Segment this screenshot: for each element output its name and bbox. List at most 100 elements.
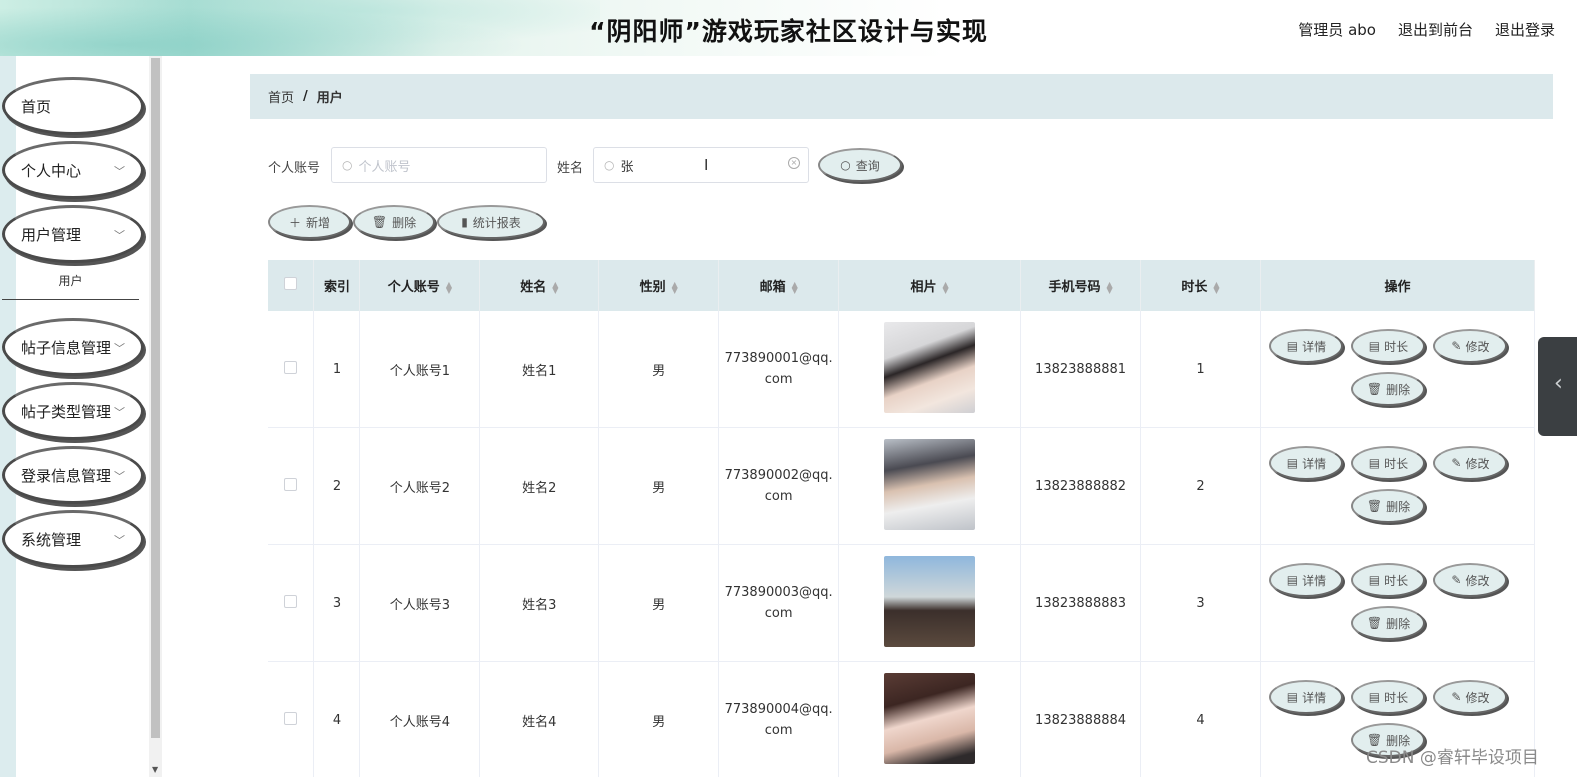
- header-actions: 管理员 abo 退出到前台 退出登录: [1298, 19, 1555, 40]
- detail-label: 详情: [1302, 690, 1327, 705]
- sort-icon[interactable]: ▲ ▼: [943, 280, 949, 294]
- duration-button[interactable]: ▤ 时长: [1351, 680, 1426, 714]
- select-all-cell[interactable]: [268, 260, 315, 311]
- menu-item-personal-center[interactable]: 个人中心 ﹀: [2, 141, 144, 199]
- edit-button[interactable]: ✎ 修改: [1433, 446, 1508, 480]
- sort-icon[interactable]: ▲ ▼: [792, 280, 798, 294]
- menu-item-post-type[interactable]: 帖子类型管理 ﹀: [2, 382, 144, 440]
- side-panel-toggle[interactable]: ‹: [1538, 337, 1577, 436]
- cell-gender: 男: [598, 311, 720, 428]
- row-select-cell[interactable]: [268, 544, 315, 662]
- breadcrumb-current: 用户: [316, 91, 343, 106]
- menu-item-user-management[interactable]: 用户管理 ﹀: [2, 205, 144, 263]
- header-email[interactable]: 邮箱 ▲ ▼: [718, 260, 840, 311]
- row-checkbox[interactable]: [284, 477, 298, 491]
- delete-button[interactable]: 🗑 删除: [1351, 489, 1426, 523]
- delete-button[interactable]: 🗑 删除: [1351, 606, 1426, 640]
- detail-label: 详情: [1302, 339, 1327, 354]
- menu-item-system[interactable]: 系统管理 ﹀: [2, 510, 144, 568]
- duration-button[interactable]: ▤ 时长: [1351, 446, 1426, 480]
- delete-label: 删除: [1386, 382, 1411, 397]
- breadcrumb-home[interactable]: 首页: [268, 87, 294, 106]
- detail-button[interactable]: ▤ 详情: [1269, 563, 1344, 597]
- duration-button[interactable]: ▤ 时长: [1351, 329, 1426, 363]
- sort-icon[interactable]: ▲ ▼: [552, 280, 558, 294]
- user-photo: [884, 321, 976, 413]
- edit-button[interactable]: ✎ 修改: [1433, 563, 1508, 597]
- to-front-link[interactable]: 退出到前台: [1398, 19, 1473, 40]
- add-button[interactable]: ＋ 新增: [268, 205, 351, 239]
- header-gender[interactable]: 性别 ▲ ▼: [598, 260, 720, 311]
- detail-label: 详情: [1302, 456, 1327, 471]
- edit-button[interactable]: ✎ 修改: [1433, 329, 1508, 363]
- delete-label: 删除: [1386, 616, 1411, 631]
- cell-index: 1: [313, 311, 361, 428]
- header-account[interactable]: 个人账号 ▲ ▼: [359, 260, 481, 311]
- sidebar-scrollbar[interactable]: ▼: [149, 56, 162, 777]
- email-part-1: 773890001@qq.: [724, 351, 833, 366]
- logout-link[interactable]: 退出登录: [1495, 19, 1555, 40]
- sort-icon[interactable]: ▲ ▼: [672, 280, 678, 294]
- header-phone[interactable]: 手机号码 ▲ ▼: [1020, 260, 1142, 311]
- detail-button[interactable]: ▤ 详情: [1269, 446, 1344, 480]
- pencil-icon: ✎: [1451, 690, 1462, 704]
- menu-item-home[interactable]: 首页: [2, 77, 144, 135]
- row-select-cell[interactable]: [268, 311, 315, 428]
- header-name[interactable]: 姓名 ▲ ▼: [479, 260, 600, 311]
- cell-index: 3: [313, 544, 361, 662]
- scroll-down-arrow-icon[interactable]: ▼: [152, 765, 158, 774]
- row-checkbox[interactable]: [284, 594, 298, 608]
- select-all-checkbox[interactable]: [284, 277, 298, 290]
- cell-photo: [838, 661, 1022, 777]
- edit-label: 修改: [1465, 690, 1490, 705]
- row-actions: ▤ 详情 ▤ 时长 ✎ 修改 🗑 删除: [1261, 545, 1533, 661]
- add-label: 新增: [306, 215, 331, 230]
- sort-icon[interactable]: ▲ ▼: [1106, 280, 1112, 294]
- menu-item-post-info[interactable]: 帖子信息管理 ﹀: [2, 318, 144, 376]
- plus-icon: ＋: [288, 215, 301, 230]
- chevron-down-icon: ﹀: [114, 165, 125, 178]
- cell-duration: 2: [1140, 427, 1261, 545]
- header-duration-label: 时长: [1181, 280, 1208, 295]
- detail-label: 详情: [1302, 573, 1327, 588]
- row-checkbox[interactable]: [284, 360, 298, 374]
- detail-button[interactable]: ▤ 详情: [1269, 680, 1344, 714]
- header-photo[interactable]: 相片 ▲ ▼: [838, 260, 1022, 311]
- bar-chart-icon: ▮: [461, 215, 468, 229]
- row-checkbox[interactable]: [284, 711, 298, 725]
- edit-button[interactable]: ✎ 修改: [1433, 680, 1508, 714]
- scrollbar-thumb[interactable]: [151, 58, 160, 738]
- cell-gender: 男: [598, 427, 720, 545]
- sort-icon[interactable]: ▲ ▼: [1213, 280, 1219, 294]
- chevron-down-icon: ﹀: [114, 406, 125, 419]
- duration-button[interactable]: ▤ 时长: [1351, 563, 1426, 597]
- cell-duration: 4: [1140, 661, 1261, 777]
- menu-label: 帖子信息管理: [21, 338, 112, 357]
- top-header: “阴阳师”游戏玩家社区设计与实现 管理员 abo 退出到前台 退出登录: [0, 0, 1577, 56]
- email-part-1: 773890002@qq.: [724, 468, 833, 483]
- email-part-2: com: [764, 723, 793, 738]
- report-button[interactable]: ▮ 统计报表: [437, 205, 545, 239]
- chevron-left-icon: ‹: [1554, 371, 1563, 396]
- submenu-item-user[interactable]: 用户: [2, 262, 139, 300]
- cell-email: 773890001@qq. com: [718, 311, 840, 428]
- sort-icon[interactable]: ▲ ▼: [446, 280, 452, 294]
- account-search-input[interactable]: ○ 个人账号: [331, 147, 547, 183]
- row-select-cell[interactable]: [268, 427, 315, 545]
- name-search-input[interactable]: ○ 张 I ×: [593, 147, 809, 183]
- table-header-row: 索引 个人账号 ▲ ▼ 姓名 ▲ ▼ 性别 ▲ ▼ 邮箱 ▲ ▼ 相片 ▲ ▼ 手机号码 ▲ ▼ 时长 ▲…: [268, 260, 1536, 311]
- query-button[interactable]: ○ 查询: [818, 148, 902, 182]
- trash-icon: 🗑: [1366, 382, 1383, 396]
- row-select-cell[interactable]: [268, 661, 315, 777]
- delete-button[interactable]: 🗑 删除: [1351, 372, 1426, 406]
- header-ops: 操作: [1260, 260, 1536, 311]
- menu-item-login-info[interactable]: 登录信息管理 ﹀: [2, 446, 144, 504]
- header-duration[interactable]: 时长 ▲ ▼: [1140, 260, 1261, 311]
- email-part-2: com: [764, 489, 793, 504]
- header-email-label: 邮箱: [759, 280, 786, 295]
- cell-account: 个人账号4: [359, 661, 481, 777]
- detail-button[interactable]: ▤ 详情: [1269, 329, 1344, 363]
- batch-delete-button[interactable]: 🗑 删除: [353, 205, 435, 239]
- clear-icon[interactable]: ×: [788, 157, 800, 169]
- document-icon: ▤: [1286, 456, 1299, 470]
